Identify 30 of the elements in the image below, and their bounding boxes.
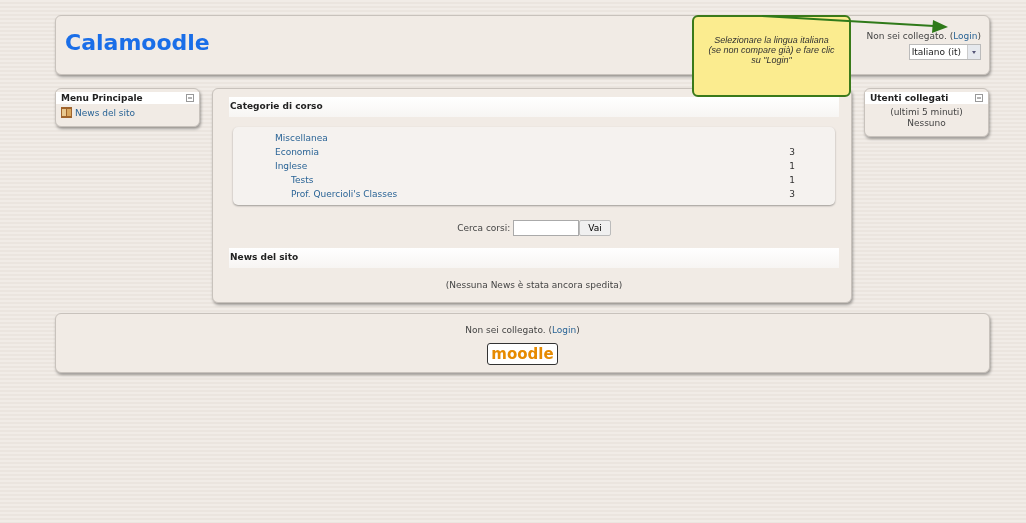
category-link[interactable]: Inglese [275,161,308,171]
section-heading: Categorie di corso [229,97,839,117]
category-link[interactable]: Prof. Quercioli's Classes [291,189,398,199]
category-link[interactable]: Miscellanea [275,133,328,143]
course-count: 1 [789,175,795,185]
category-link[interactable]: Economia [275,147,320,157]
collapse-icon[interactable] [975,94,983,102]
search-label: Cerca corsi: [457,223,511,233]
menu-link[interactable]: News del sito [61,107,194,118]
site-title: Calamoodle [65,30,210,57]
empty-news-message: (Nessuna News è stata ancora spedita) [445,280,623,290]
users-info: Nessuno [907,118,946,128]
block-title: Utenti collegati [870,93,949,103]
users-info: (ultimi 5 minuti) [890,107,963,117]
block-title: Menu Principale [61,93,143,103]
search-field[interactable] [513,220,580,236]
login-status: Non sei collegato. (Login) [465,325,580,335]
course-count: 1 [789,161,795,171]
login-link[interactable]: Login [953,31,978,41]
language-select[interactable]: Italiano (it) [908,44,981,60]
course-count: 3 [789,147,795,157]
news-icon [61,107,72,118]
category-link[interactable]: Tests [291,175,314,185]
callout-note: Selezionare la lingua italiana (se non compare già) e fare clic su "Login" [692,15,851,97]
course-count: 3 [789,189,795,199]
section-heading: News del sito [229,248,839,268]
collapse-icon[interactable] [186,94,194,102]
dropdown-caret-icon[interactable] [967,45,980,59]
login-status: Non sei collegato. (Login) [866,31,981,41]
search-button[interactable]: Vai [579,220,611,236]
